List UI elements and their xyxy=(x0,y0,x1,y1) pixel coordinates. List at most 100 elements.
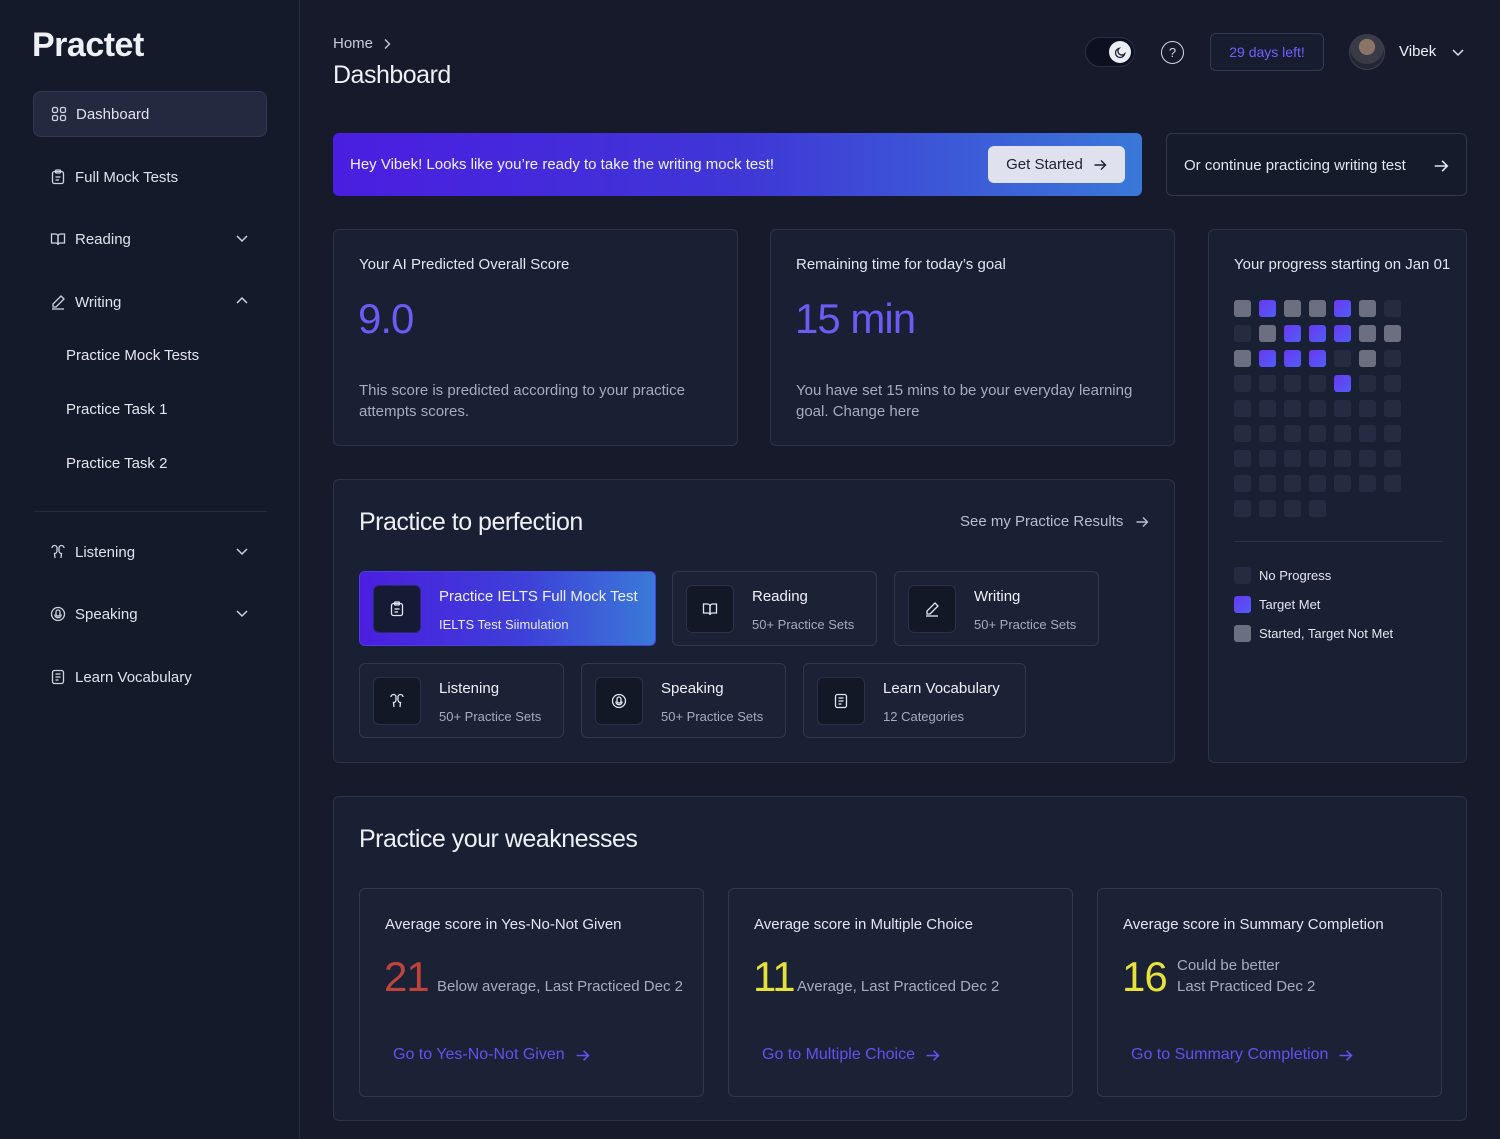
sidebar-item-writing[interactable]: Writing xyxy=(33,279,267,325)
breadcrumb-home[interactable]: Home xyxy=(333,35,373,52)
tile-title: Learn Vocabulary xyxy=(883,680,1000,697)
see-results-label: See my Practice Results xyxy=(960,513,1124,530)
weakness-link[interactable]: Go to Multiple Choice xyxy=(762,1046,940,1064)
weaknesses-section: Practice your weaknesses Average score i… xyxy=(333,796,1467,1121)
tile-full-mock-test[interactable]: Practice IELTS Full Mock Test IELTS Test… xyxy=(359,571,656,646)
progress-cell-no-progress xyxy=(1234,375,1251,392)
moon-icon xyxy=(1109,41,1131,63)
daily-goal-desc[interactable]: You have set 15 mins to be your everyday… xyxy=(796,380,1141,422)
progress-cell-no-progress xyxy=(1334,475,1351,492)
sidebar-item-label: Learn Vocabulary xyxy=(75,668,192,686)
progress-cell-no-progress xyxy=(1284,500,1301,517)
progress-cell-started xyxy=(1259,325,1276,342)
progress-cell-no-progress xyxy=(1259,375,1276,392)
tile-speaking[interactable]: Speaking 50+ Practice Sets xyxy=(581,663,786,738)
tile-learn-vocabulary[interactable]: Learn Vocabulary 12 Categories xyxy=(803,663,1026,738)
progress-cell-target-met xyxy=(1334,375,1351,392)
sidebar-item-reading[interactable]: Reading xyxy=(33,216,267,262)
help-icon[interactable]: ? xyxy=(1161,41,1184,64)
progress-cell-started xyxy=(1384,325,1401,342)
theme-toggle[interactable] xyxy=(1085,37,1135,67)
notebook-icon xyxy=(817,677,865,725)
progress-cell-no-progress xyxy=(1359,400,1376,417)
progress-cell-no-progress xyxy=(1259,500,1276,517)
weakness-label: Average score in Multiple Choice xyxy=(754,916,974,933)
sidebar-item-learn-vocabulary[interactable]: Learn Vocabulary xyxy=(33,654,267,700)
chevron-down-icon[interactable] xyxy=(235,606,249,620)
tile-subtitle: 50+ Practice Sets xyxy=(974,617,1077,632)
progress-cell-no-progress xyxy=(1334,400,1351,417)
page-title: Dashboard xyxy=(333,61,451,89)
legend-label: Started, Target Not Met xyxy=(1259,626,1394,641)
microphone-icon xyxy=(50,606,66,622)
progress-cell-no-progress xyxy=(1309,500,1326,517)
arrow-right-icon xyxy=(1434,160,1449,172)
book-icon xyxy=(686,585,734,633)
tile-title: Writing xyxy=(974,588,1021,605)
sidebar-item-label: Dashboard xyxy=(76,105,150,123)
tile-writing[interactable]: Writing 50+ Practice Sets xyxy=(894,571,1099,646)
legend-started: Started, Target Not Met xyxy=(1234,625,1393,642)
sidebar-subitem-practice-task-1[interactable]: Practice Task 1 xyxy=(66,401,167,418)
weakness-link[interactable]: Go to Yes-No-Not Given xyxy=(393,1046,590,1064)
progress-cell-target-met xyxy=(1309,350,1326,367)
progress-cell-target-met xyxy=(1334,300,1351,317)
continue-writing-label: Or continue practicing writing test xyxy=(1184,157,1406,174)
progress-cell-no-progress xyxy=(1384,375,1401,392)
sidebar-item-listening[interactable]: Listening xyxy=(33,529,267,575)
arrow-right-icon xyxy=(1094,159,1107,170)
sidebar-item-speaking[interactable]: Speaking xyxy=(33,591,267,637)
see-results-link[interactable]: See my Practice Results xyxy=(960,513,1149,530)
progress-title: Your progress starting on Jan 01 xyxy=(1234,256,1451,273)
tile-reading[interactable]: Reading 50+ Practice Sets xyxy=(672,571,877,646)
sidebar-subitem-practice-mock-tests[interactable]: Practice Mock Tests xyxy=(66,347,199,364)
progress-cell-no-progress xyxy=(1234,325,1251,342)
get-started-button[interactable]: Get Started xyxy=(988,146,1125,183)
chevron-down-icon[interactable] xyxy=(235,544,249,558)
progress-cell-no-progress xyxy=(1259,475,1276,492)
chevron-down-icon[interactable] xyxy=(1451,45,1465,59)
sidebar-item-full-mock-tests[interactable]: Full Mock Tests xyxy=(33,154,267,200)
weakness-link-label: Go to Multiple Choice xyxy=(762,1046,915,1063)
notebook-icon xyxy=(50,669,66,685)
progress-cell-empty xyxy=(1384,500,1401,517)
predicted-score-label: Your AI Predicted Overall Score xyxy=(359,256,570,273)
progress-cell-started xyxy=(1284,300,1301,317)
clipboard-icon xyxy=(373,585,421,633)
progress-cell-no-progress xyxy=(1359,425,1376,442)
progress-cell-no-progress xyxy=(1309,475,1326,492)
tile-listening[interactable]: Listening 50+ Practice Sets xyxy=(359,663,564,738)
earbuds-icon xyxy=(373,677,421,725)
weakness-link-label: Go to Summary Completion xyxy=(1131,1046,1329,1063)
sidebar-subitem-practice-task-2[interactable]: Practice Task 2 xyxy=(66,455,167,472)
tile-title: Reading xyxy=(752,588,808,605)
arrow-right-icon xyxy=(1136,516,1149,527)
sidebar: Practet Dashboard Full Mock Tests Readin… xyxy=(0,0,300,1139)
predicted-score-value: 9.0 xyxy=(358,295,414,342)
progress-cell-no-progress xyxy=(1334,350,1351,367)
legend-swatch xyxy=(1234,596,1251,613)
chevron-down-icon[interactable] xyxy=(235,231,249,245)
weakness-link-label: Go to Yes-No-Not Given xyxy=(393,1046,565,1063)
grid-icon xyxy=(51,106,67,122)
chevron-up-icon[interactable] xyxy=(235,294,249,308)
continue-writing-button[interactable]: Or continue practicing writing test xyxy=(1166,133,1467,196)
progress-cell-no-progress xyxy=(1384,400,1401,417)
progress-cell-no-progress xyxy=(1259,450,1276,467)
weakness-link[interactable]: Go to Summary Completion xyxy=(1131,1046,1353,1064)
sidebar-item-label: Writing xyxy=(75,293,122,311)
progress-cell-no-progress xyxy=(1309,450,1326,467)
trial-days-badge[interactable]: 29 days left! xyxy=(1210,33,1324,71)
avatar[interactable] xyxy=(1349,34,1385,70)
breadcrumb: Home xyxy=(333,35,393,52)
daily-goal-label: Remaining time for today’s goal xyxy=(796,256,1006,273)
tile-title: Speaking xyxy=(661,680,724,697)
book-icon xyxy=(50,231,66,247)
sidebar-divider xyxy=(33,511,267,512)
progress-cell-no-progress xyxy=(1234,500,1251,517)
weakness-desc: Could be better xyxy=(1177,957,1280,974)
user-name[interactable]: Vibek xyxy=(1399,43,1436,60)
progress-cell-no-progress xyxy=(1309,375,1326,392)
sidebar-item-dashboard[interactable]: Dashboard xyxy=(33,91,267,137)
legend-no-progress: No Progress xyxy=(1234,567,1331,584)
